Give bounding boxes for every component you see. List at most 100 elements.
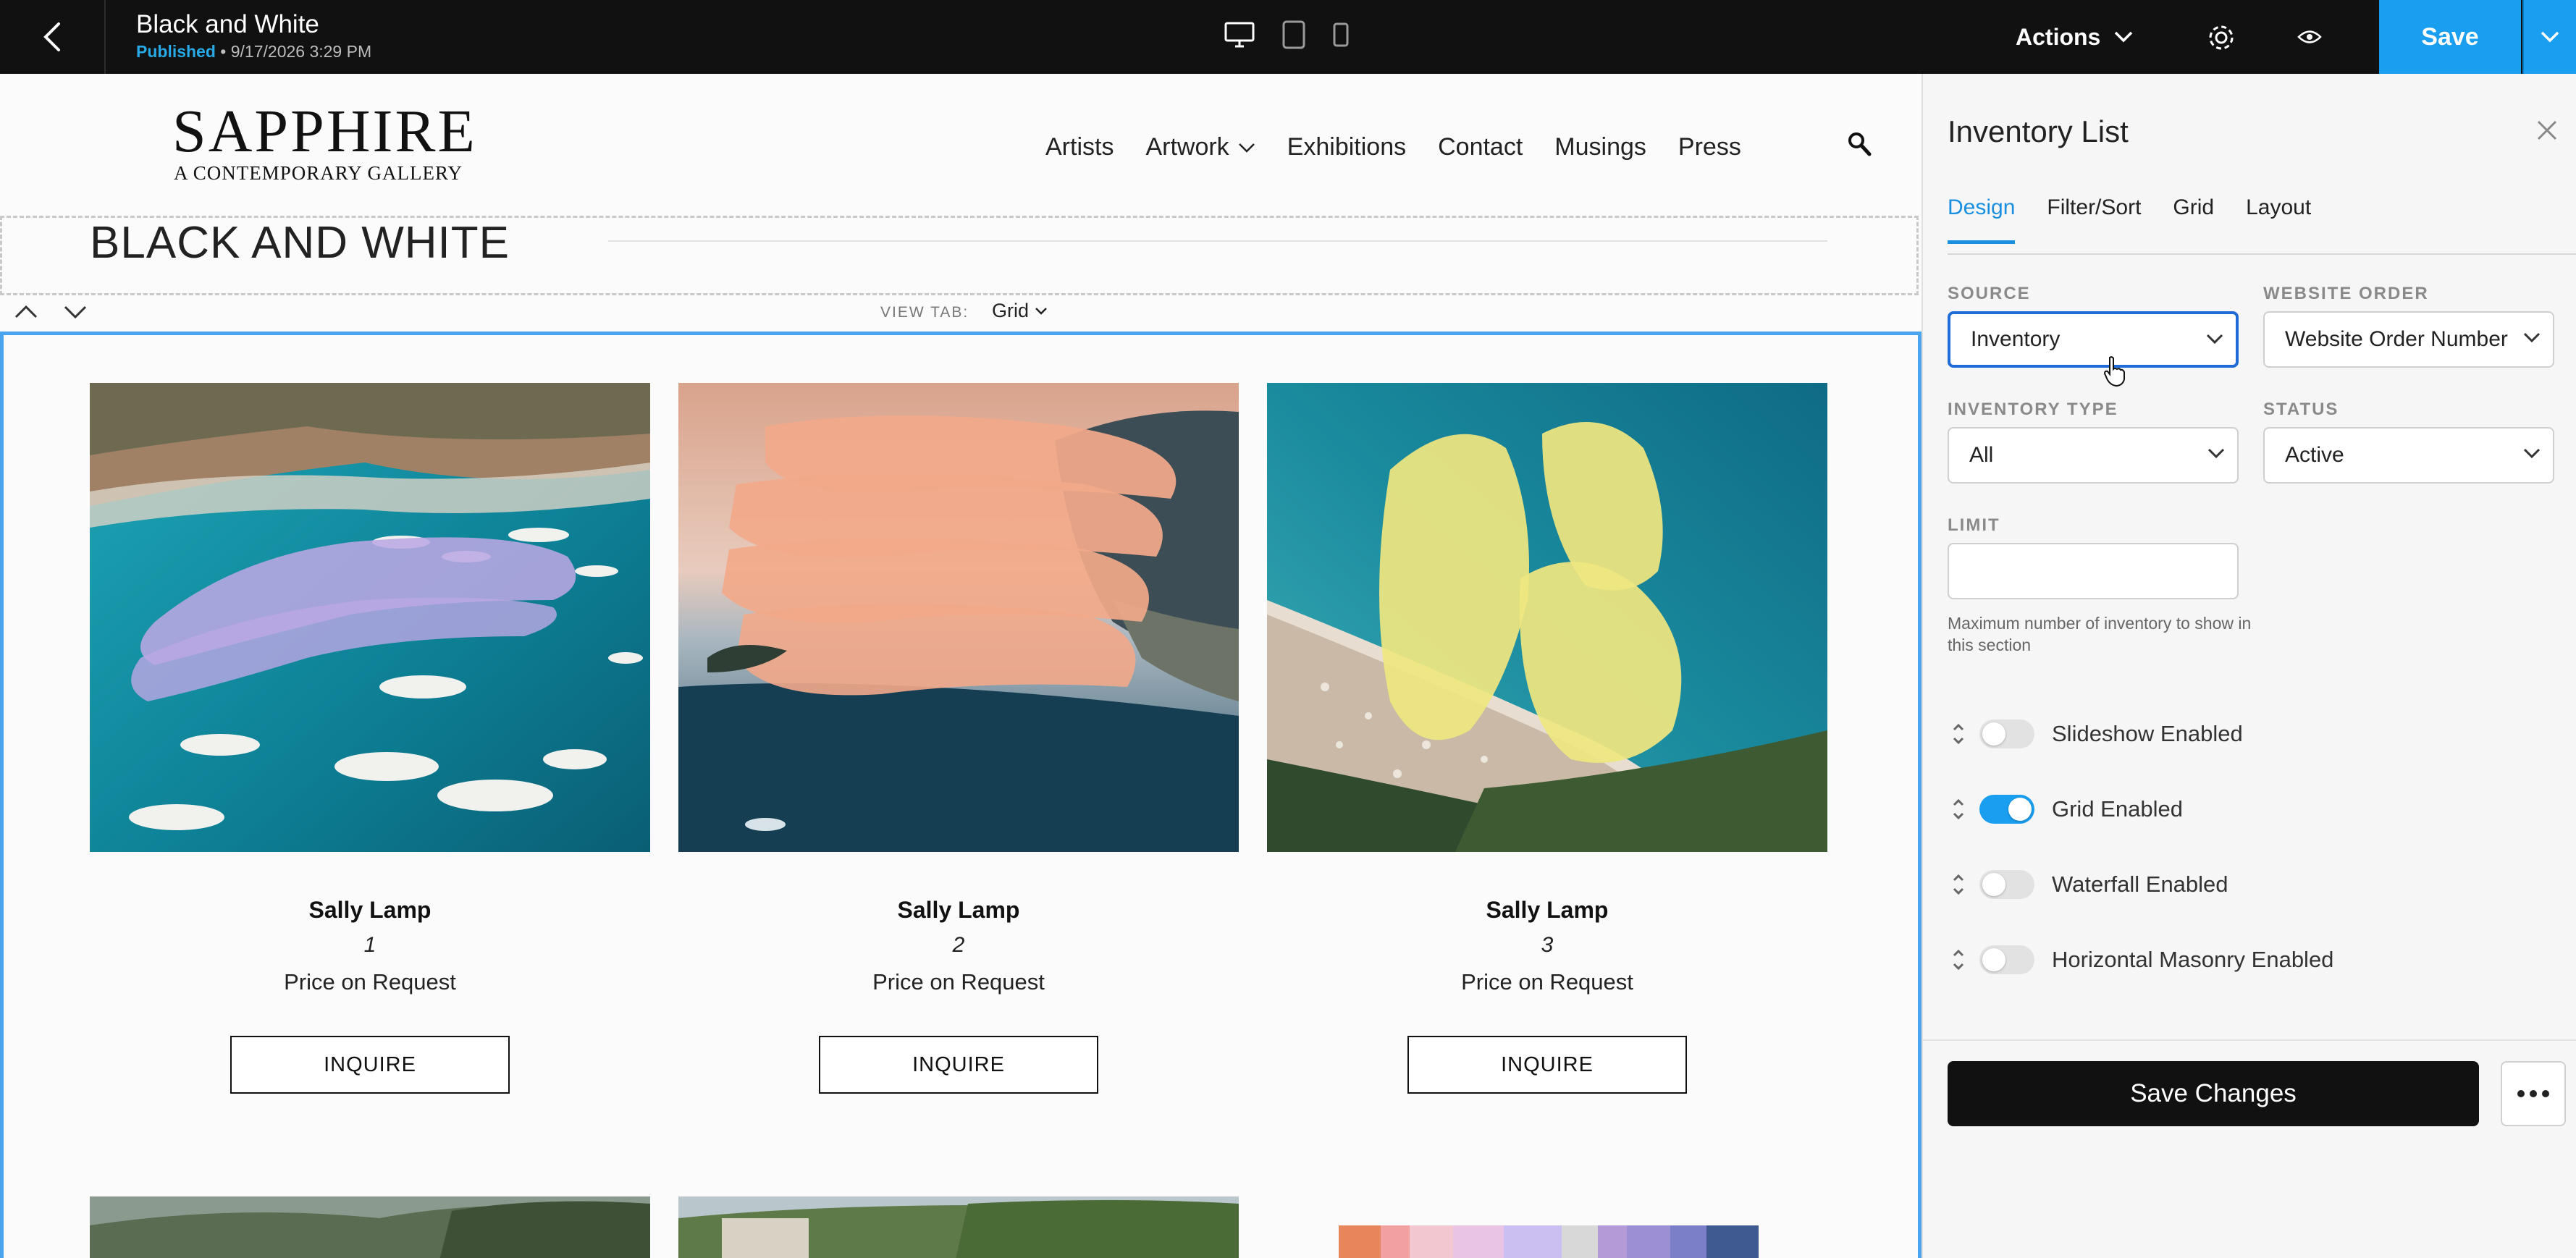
grid-switch[interactable]	[1979, 795, 2034, 824]
drag-handle-icon[interactable]	[1948, 870, 1969, 899]
chevron-down-icon	[2541, 31, 2559, 43]
inventory-type-value: All	[1969, 443, 1994, 467]
nav-item-exhibitions[interactable]: Exhibitions	[1287, 133, 1406, 161]
chevron-down-icon	[1238, 143, 1255, 153]
artwork-image[interactable]	[1339, 1225, 1759, 1258]
move-section-down-icon[interactable]	[62, 301, 88, 323]
website-order-select[interactable]: Website Order Number	[2263, 311, 2554, 368]
panel-tabs: Design Filter/Sort Grid Layout	[1948, 195, 2311, 244]
view-tab-label: VIEW TAB:	[880, 304, 969, 321]
save-button[interactable]: Save	[2379, 0, 2521, 74]
status-badge: Published	[136, 42, 216, 61]
source-select[interactable]: Inventory	[1948, 311, 2239, 368]
editor-root: Black and White Published • 9/17/2026 3:…	[0, 0, 2576, 1258]
move-section-up-icon[interactable]	[13, 301, 39, 323]
inquire-button[interactable]: INQUIRE	[230, 1036, 510, 1094]
nav-item-artwork[interactable]: Artwork	[1145, 133, 1255, 161]
limit-input[interactable]	[1948, 543, 2239, 599]
search-icon[interactable]	[1846, 130, 1872, 159]
switch-knob	[1982, 948, 2005, 971]
villa-photo	[678, 1196, 1239, 1258]
settings-button[interactable]	[2201, 17, 2242, 58]
toggle-label: Slideshow Enabled	[2052, 721, 2243, 746]
chevron-left-icon	[43, 22, 60, 51]
panel-title: Inventory List	[1948, 114, 2129, 148]
inventory-list-section[interactable]: Sally Lamp 1 Price on Request INQUIRE Sa…	[0, 332, 1922, 1258]
chevron-down-icon	[2206, 334, 2223, 345]
back-button[interactable]	[0, 0, 106, 74]
artwork-image[interactable]	[1267, 383, 1827, 852]
section-toolbar: VIEW TAB: Grid	[0, 295, 1922, 332]
more-horizontal-icon	[2517, 1090, 2549, 1097]
desktop-icon	[1224, 22, 1255, 48]
nav-item-press[interactable]: Press	[1678, 133, 1741, 161]
inventory-type-select[interactable]: All	[1948, 427, 2239, 484]
nav-item-artists[interactable]: Artists	[1045, 133, 1114, 161]
inquire-button[interactable]: INQUIRE	[1407, 1036, 1687, 1094]
horizontal-masonry-switch[interactable]	[1979, 945, 2034, 974]
mobile-icon	[1333, 22, 1349, 47]
preview-button[interactable]	[2289, 19, 2330, 55]
drag-handle-icon[interactable]	[1948, 945, 1969, 974]
more-options-button[interactable]	[2501, 1061, 2566, 1126]
nav-label: Artists	[1045, 133, 1114, 161]
drag-handle-icon[interactable]	[1948, 795, 1969, 824]
artwork-title[interactable]: Sally Lamp	[1267, 897, 1827, 924]
toggle-grid: Grid Enabled	[1948, 788, 2183, 831]
artwork-number: 2	[952, 933, 965, 957]
waterfall-switch[interactable]	[1979, 870, 2034, 899]
actions-menu[interactable]: Actions	[2016, 0, 2134, 74]
website-order-label: WEBSITE ORDER	[2263, 284, 2429, 303]
coast-photo	[678, 383, 1239, 852]
artwork-price: Price on Request	[1461, 969, 1633, 995]
artwork-title[interactable]: Sally Lamp	[678, 897, 1239, 924]
tab-layout[interactable]: Layout	[2246, 195, 2311, 244]
device-switcher	[1224, 16, 1350, 54]
website-order-value: Website Order Number	[2285, 327, 2508, 351]
save-changes-button[interactable]: Save Changes	[1948, 1061, 2479, 1126]
last-saved-date: 9/17/2026 3:29 PM	[230, 42, 372, 61]
source-value: Inventory	[1971, 327, 2061, 351]
drag-handle-icon[interactable]	[1948, 719, 1969, 748]
eye-icon	[2297, 30, 2322, 43]
mobile-view-button[interactable]	[1332, 16, 1350, 54]
settings-panel: Inventory List Design Filter/Sort Grid L…	[1922, 74, 2576, 1258]
inquire-button[interactable]: INQUIRE	[819, 1036, 1098, 1094]
desktop-view-button[interactable]	[1224, 16, 1255, 54]
switch-knob	[1982, 873, 2005, 896]
tab-filter-sort[interactable]: Filter/Sort	[2047, 195, 2141, 244]
tabs-divider	[1948, 253, 2576, 255]
status-label: STATUS	[2263, 400, 2339, 419]
artwork-image[interactable]	[678, 383, 1239, 852]
view-tab-value: Grid	[992, 300, 1030, 321]
nav-label: Contact	[1438, 133, 1523, 161]
nav-item-contact[interactable]: Contact	[1438, 133, 1523, 161]
artwork-number: 1	[363, 933, 376, 957]
artwork-title[interactable]: Sally Lamp	[90, 897, 650, 924]
color-stripes-artwork	[1339, 1225, 1759, 1258]
tablet-view-button[interactable]	[1281, 16, 1306, 54]
heading-divider	[608, 240, 1827, 242]
toggle-slideshow: Slideshow Enabled	[1948, 712, 2243, 756]
website-preview: SAPPHIRE A CONTEMPORARY GALLERY Artists …	[0, 74, 1922, 1258]
document-title: Black and White	[136, 10, 319, 38]
slideshow-switch[interactable]	[1979, 719, 2034, 748]
status-value: Active	[2285, 443, 2344, 467]
close-icon[interactable]	[2533, 116, 2562, 145]
document-meta: Published • 9/17/2026 3:29 PM	[136, 42, 371, 62]
view-tab-select[interactable]: Grid	[992, 300, 1048, 322]
tab-design[interactable]: Design	[1948, 195, 2016, 244]
beach-photo	[1267, 383, 1827, 852]
artwork-image[interactable]	[90, 383, 650, 852]
site-logo[interactable]: SAPPHIRE	[172, 101, 477, 162]
chevron-down-icon	[1035, 307, 1047, 315]
chevron-down-icon	[2523, 332, 2541, 343]
artwork-image[interactable]	[90, 1196, 650, 1258]
tab-grid[interactable]: Grid	[2173, 195, 2214, 244]
artwork-image[interactable]	[678, 1196, 1239, 1258]
nav-label: Artwork	[1145, 133, 1229, 161]
save-options-button[interactable]	[2522, 0, 2576, 74]
source-label: SOURCE	[1948, 284, 2031, 303]
nav-item-musings[interactable]: Musings	[1554, 133, 1646, 161]
status-select[interactable]: Active	[2263, 427, 2554, 484]
